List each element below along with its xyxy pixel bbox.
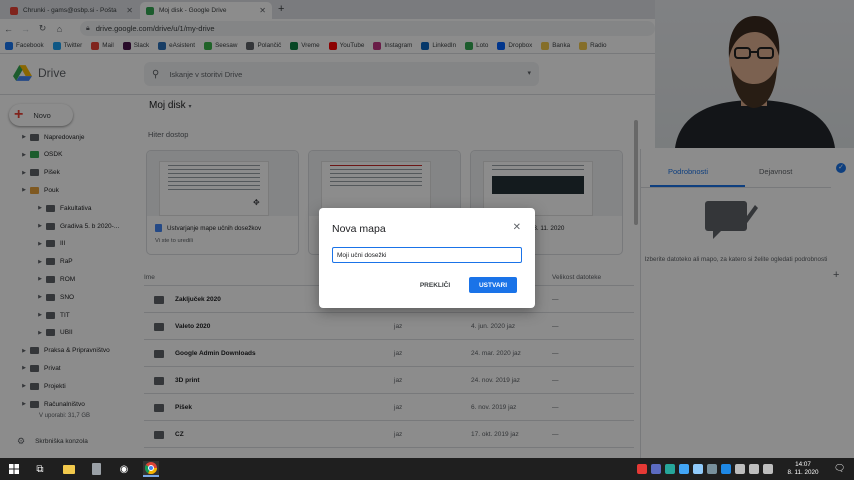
bluetooth-icon[interactable] [721,464,731,474]
new-folder-dialog: Nova mapa ✕ PREKLIČI USTVARI [319,208,535,308]
onedrive-icon[interactable] [679,464,689,474]
battery-icon[interactable] [763,464,773,474]
dropbox-icon[interactable] [693,464,703,474]
screen: Chrunki - gams@osbp.si - Pošta ✕ Moj dis… [0,0,854,480]
tray-app-icon[interactable] [707,464,717,474]
obs-icon[interactable]: ◉ [116,461,132,477]
tray-app-icon[interactable] [665,464,675,474]
task-view-icon[interactable]: ⧉ [32,461,48,477]
cancel-button[interactable]: PREKLIČI [415,277,455,293]
notifications-icon[interactable]: 🗨︎ [834,463,845,474]
volume-icon[interactable] [749,464,759,474]
clock-date: 8. 11. 2020 [787,469,819,476]
calculator-icon[interactable] [88,461,104,477]
clock-time: 14:07 [795,461,811,468]
create-button[interactable]: USTVARI [469,277,517,293]
system-tray [637,464,777,474]
tray-app-icon[interactable] [651,464,661,474]
network-icon[interactable] [735,464,745,474]
close-icon[interactable]: ✕ [513,222,521,233]
file-explorer-icon[interactable] [61,461,77,477]
chrome-icon[interactable] [143,461,159,477]
taskbar-clock[interactable]: 14:07 8. 11. 2020 [780,461,826,477]
dialog-title: Nova mapa [332,223,386,235]
windows-start-icon[interactable] [6,461,22,477]
tray-app-icon[interactable] [637,464,647,474]
folder-name-input[interactable] [332,247,522,263]
windows-taskbar: ⧉ ◉ 14:07 8. 11. 2020 🗨︎ [0,458,854,480]
mouse-cursor: ✥ [253,198,260,207]
